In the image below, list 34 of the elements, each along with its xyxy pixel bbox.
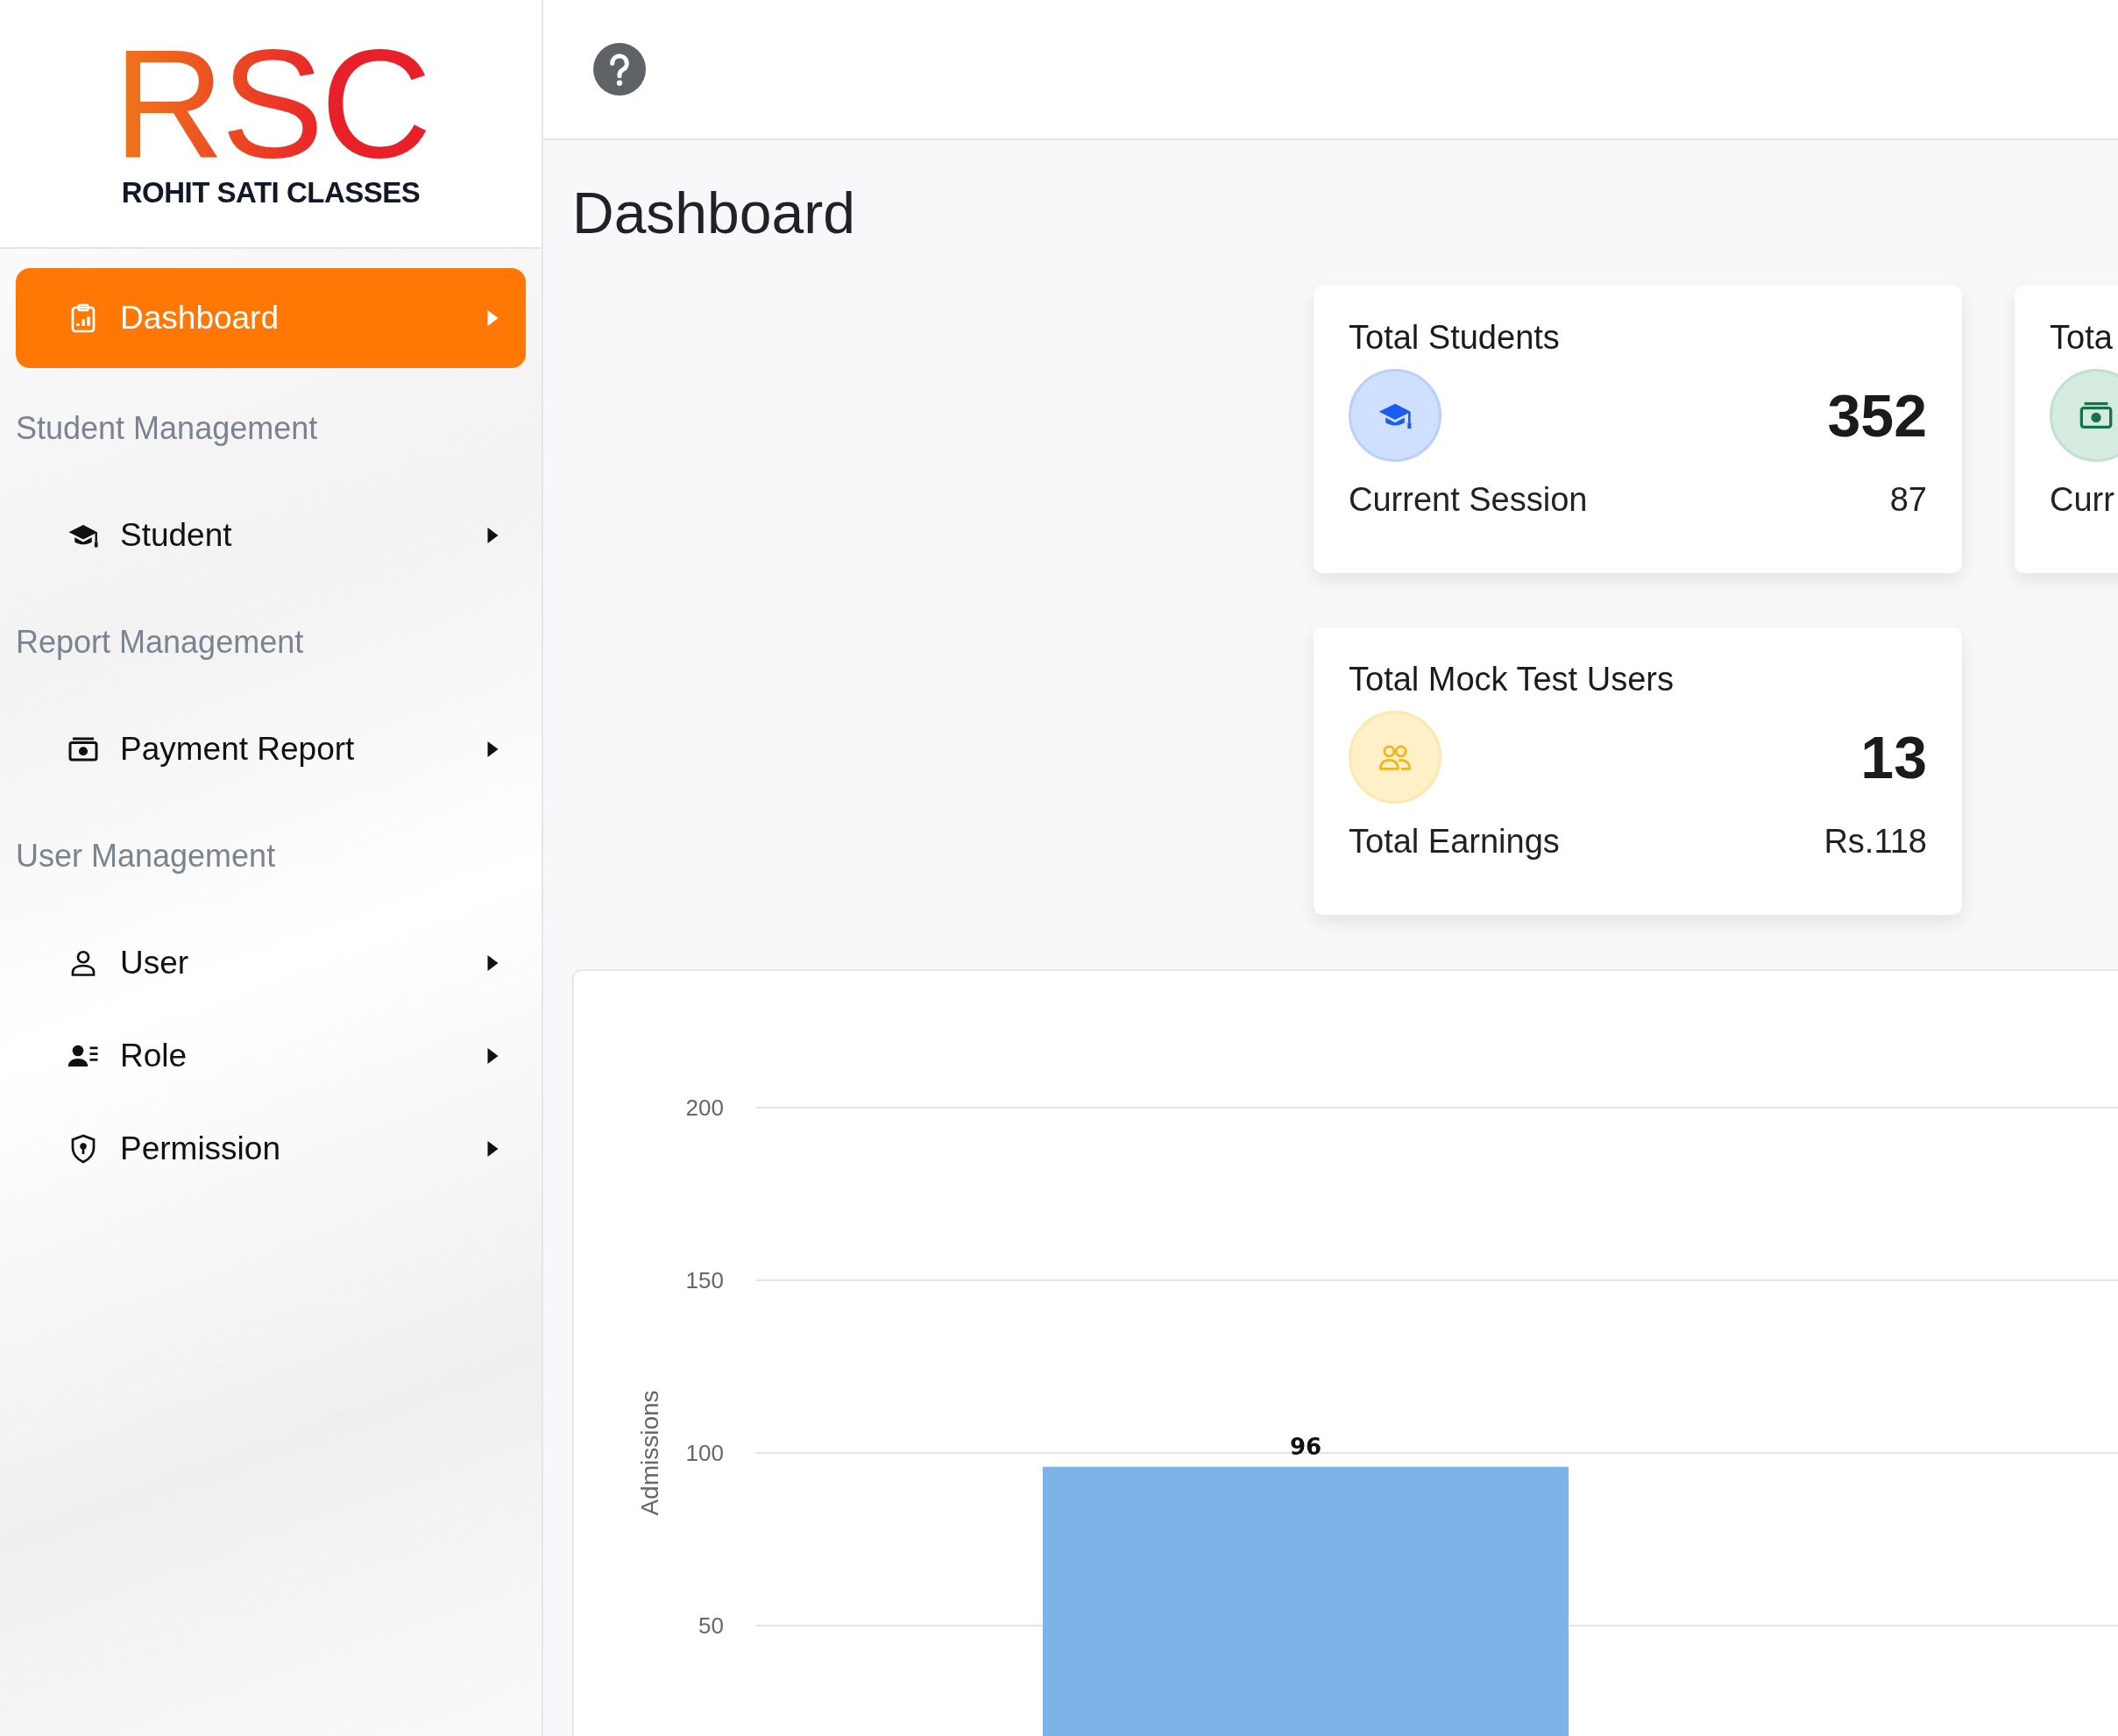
y-tick-label: 200 [685, 1095, 724, 1121]
caret-icon [486, 1139, 499, 1159]
stat-label: Curr [2050, 481, 2114, 519]
nav-item[interactable]: User [16, 917, 526, 1010]
section-heading: User Management [16, 838, 276, 875]
page-title: Dashboard [572, 180, 855, 247]
caret-icon [486, 740, 499, 759]
caret-icon [486, 1046, 499, 1066]
stat-sub-value: 87 [1889, 481, 1927, 519]
caret-icon [486, 308, 499, 328]
y-tick-label: 50 [698, 1612, 724, 1639]
nav-item[interactable]: Role [16, 1010, 526, 1102]
nav-item[interactable]: Permission [16, 1102, 526, 1195]
stat-label: Total Earnings [1349, 823, 1560, 861]
y-tick-label: 100 [685, 1440, 724, 1466]
section-heading: Report Management [16, 624, 304, 661]
stat-sub-value: Rs.118 [1824, 823, 1927, 861]
card-title: Total Students [1349, 319, 1560, 357]
stat-value: 13 [1860, 723, 1927, 791]
stat-value: 352 [1827, 381, 1927, 450]
help-icon[interactable] [593, 43, 646, 96]
stat-label: Current Session [1349, 481, 1588, 519]
section-heading: Student Management [16, 410, 318, 447]
y-tick-label: 150 [685, 1267, 724, 1293]
cash-icon [2050, 369, 2118, 462]
nav-item[interactable]: Student [16, 489, 526, 582]
nav-item[interactable]: Payment Report [16, 703, 526, 796]
caret-icon [486, 526, 499, 545]
caret-icon [486, 953, 499, 973]
card-title: Total Mock Test Users [1349, 661, 1674, 698]
card-title: Tota [2050, 319, 2113, 357]
brand-name: ROHIT SATI CLASSES [121, 176, 421, 209]
data-label: 96 [1289, 1433, 1322, 1460]
y-axis-title: Admissions [636, 1390, 663, 1516]
